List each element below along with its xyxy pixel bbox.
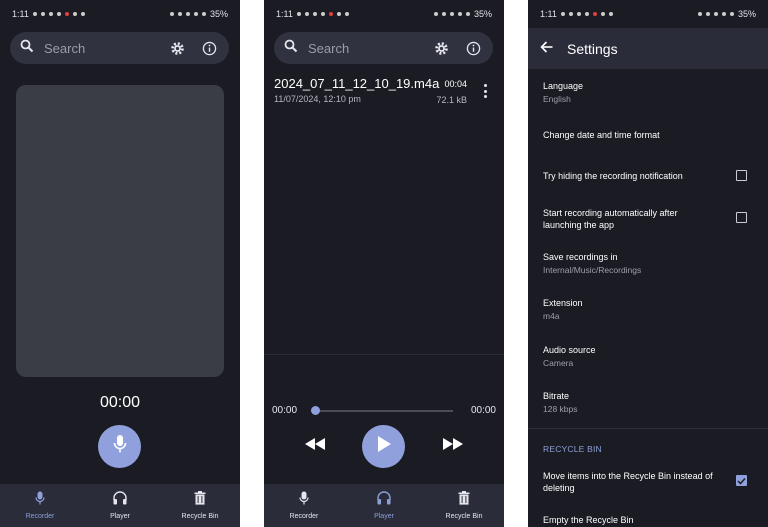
setting-title: Change date and time format [543, 130, 660, 140]
setting-title: Move items into the Recycle Bin instead … [543, 471, 713, 493]
back-arrow-icon[interactable] [540, 40, 553, 58]
setting-date-format[interactable]: Change date and time format [543, 129, 753, 141]
bottom-navigation: Recorder Player Recycle Bin [0, 484, 240, 527]
nav-player-label: Player [110, 513, 130, 520]
fast-forward-button[interactable] [442, 438, 464, 454]
setting-value: English [543, 94, 571, 104]
setting-title: Save recordings in [543, 252, 618, 262]
settings-screen: 1:11 35% Settings Language English Chang… [528, 0, 768, 527]
play-button[interactable] [362, 425, 405, 468]
setting-title: Try hiding the recording notification [543, 171, 683, 181]
setting-language[interactable]: Language English [543, 80, 753, 105]
nav-player[interactable]: Player [344, 484, 424, 527]
page-title: Settings [567, 40, 618, 57]
setting-move-to-recycle[interactable]: Move items into the Recycle Bin instead … [543, 470, 728, 494]
setting-bitrate[interactable]: Bitrate 128 kbps [543, 390, 753, 415]
setting-hide-notification[interactable]: Try hiding the recording notification [543, 170, 728, 182]
divider [264, 354, 504, 355]
waveform-panel [16, 85, 224, 377]
recording-timer: 00:00 [99, 394, 141, 411]
status-time: 1:11 [12, 9, 29, 19]
setting-title: Bitrate [543, 391, 570, 401]
status-bar: 1:11 35% [528, 0, 768, 28]
elapsed-time: 00:00 [272, 405, 298, 416]
status-bar: 1:11 35% [264, 0, 504, 28]
trash-icon [194, 491, 206, 510]
setting-value: Internal/Music/Recordings [543, 265, 642, 275]
trash-icon [458, 491, 470, 510]
nav-recorder-label: Recorder [25, 513, 55, 520]
more-options-icon[interactable] [483, 84, 487, 98]
play-icon [376, 435, 392, 458]
seek-bar[interactable] [313, 410, 453, 412]
setting-title: Empty the Recycle Bin [543, 515, 634, 525]
setting-value: m4a [543, 311, 560, 321]
auto-record-checkbox[interactable] [736, 212, 747, 223]
recording-size: 72.1 kB [436, 95, 467, 105]
search-input[interactable]: Search [44, 41, 155, 56]
nav-recorder[interactable]: Recorder [264, 484, 344, 527]
bottom-navigation: Recorder Player Recycle Bin [264, 484, 504, 527]
settings-header: Settings [528, 28, 768, 69]
search-icon [20, 39, 34, 58]
search-bar[interactable]: Search [274, 32, 493, 64]
setting-title: Extension [543, 298, 583, 308]
nav-player-label: Player [374, 513, 394, 520]
headphones-icon [376, 491, 392, 510]
seek-handle[interactable] [311, 406, 320, 415]
info-icon[interactable] [199, 38, 219, 58]
headphones-icon [112, 491, 128, 510]
nav-recycle-bin[interactable]: Recycle Bin [160, 484, 240, 527]
nav-recorder[interactable]: Recorder [0, 484, 80, 527]
section-header-recycle-bin: RECYCLE BIN [543, 444, 602, 454]
move-to-recycle-checkbox[interactable] [736, 475, 747, 486]
status-bar: 1:11 35% [0, 0, 240, 28]
microphone-icon [299, 491, 309, 510]
setting-extension[interactable]: Extension m4a [543, 297, 753, 322]
search-bar[interactable]: Search [10, 32, 229, 64]
setting-title: Audio source [543, 345, 596, 355]
recording-list-item[interactable]: 2024_07_11_12_10_19.m4a 11/07/2024, 12:1… [274, 76, 499, 108]
recording-date: 11/07/2024, 12:10 pm [274, 94, 361, 104]
player-screen: 1:11 35% Search 2024_07_11_12_10_19.m4a … [264, 0, 504, 527]
total-time: 00:00 [470, 405, 496, 416]
section-divider [528, 428, 768, 429]
setting-audio-source[interactable]: Audio source Camera [543, 344, 753, 369]
search-icon [284, 39, 298, 58]
nav-recycle-bin[interactable]: Recycle Bin [424, 484, 504, 527]
recording-name: 2024_07_11_12_10_19.m4a [274, 76, 440, 91]
recorder-screen: 1:11 35% Search 00:00 Recorder Player Re… [0, 0, 240, 527]
setting-title: Start recording automatically after laun… [543, 208, 678, 230]
setting-value: 128 kbps [543, 404, 578, 414]
rewind-icon [305, 437, 325, 455]
setting-title: Language [543, 81, 584, 91]
rewind-button[interactable] [304, 438, 326, 454]
fast-forward-icon [443, 437, 463, 455]
gear-icon[interactable] [431, 38, 451, 58]
nav-recycle-bin-label: Recycle Bin [181, 513, 219, 520]
status-time: 1:11 [540, 9, 557, 19]
setting-auto-record[interactable]: Start recording automatically after laun… [543, 207, 718, 231]
gear-icon[interactable] [167, 38, 187, 58]
check-icon [737, 472, 746, 490]
record-button[interactable] [98, 425, 141, 468]
microphone-icon [35, 491, 45, 510]
microphone-icon [112, 434, 128, 459]
nav-recorder-label: Recorder [289, 513, 319, 520]
hide-notification-checkbox[interactable] [736, 170, 747, 181]
setting-empty-recycle-bin[interactable]: Empty the Recycle Bin [543, 514, 753, 526]
info-icon[interactable] [463, 38, 483, 58]
nav-player[interactable]: Player [80, 484, 160, 527]
setting-save-location[interactable]: Save recordings in Internal/Music/Record… [543, 251, 753, 276]
status-time: 1:11 [276, 9, 293, 19]
battery-level: 35% [209, 9, 228, 19]
nav-recycle-bin-label: Recycle Bin [445, 513, 483, 520]
battery-level: 35% [737, 9, 756, 19]
recording-duration: 00:04 [444, 79, 467, 89]
setting-value: Camera [543, 358, 574, 368]
search-input[interactable]: Search [308, 41, 419, 56]
battery-level: 35% [473, 9, 492, 19]
